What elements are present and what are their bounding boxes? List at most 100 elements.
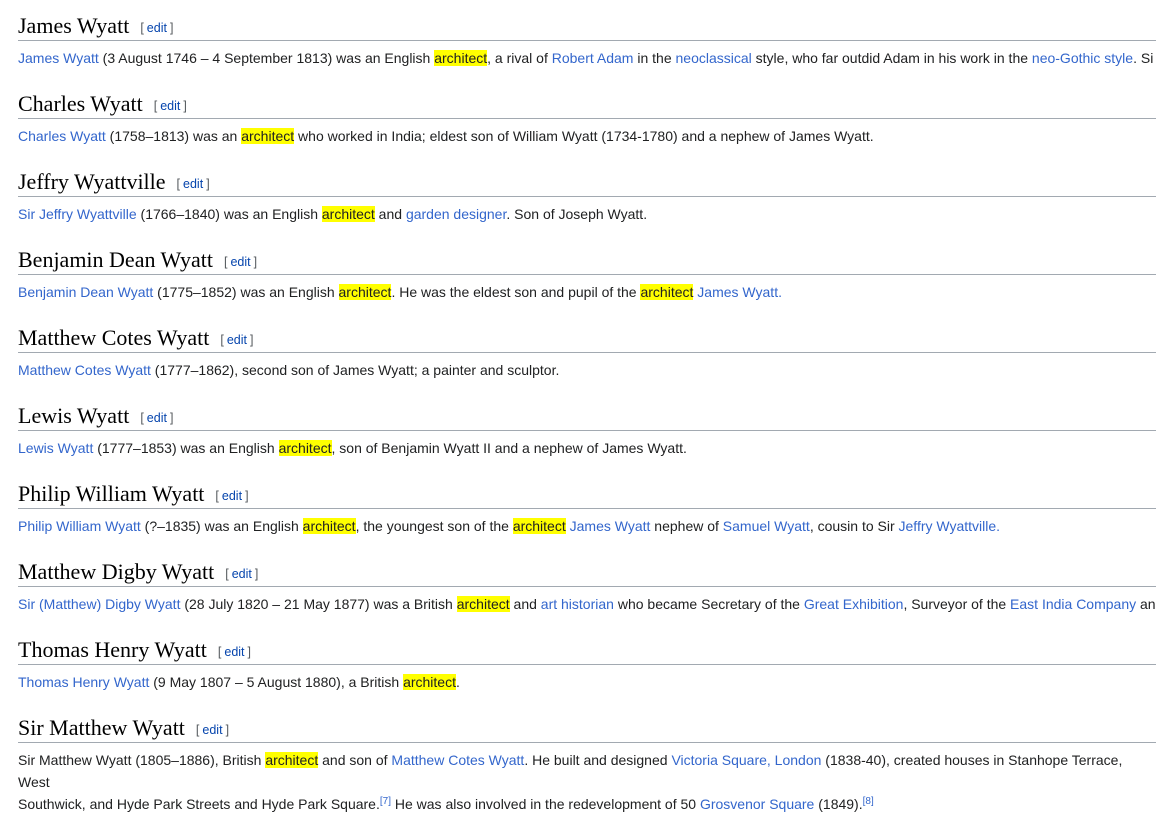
wiki-link[interactable]: Samuel Wyatt — [723, 518, 810, 534]
section-title: Lewis Wyatt — [18, 403, 130, 428]
citation-ref[interactable]: [8] — [863, 796, 874, 807]
section-paragraph: Philip William Wyatt (?–1835) was an Eng… — [18, 515, 1156, 537]
citation-ref[interactable]: [7] — [380, 796, 391, 807]
edit-bracket-close: ] — [245, 489, 249, 503]
paragraph-text: , son of Benjamin Wyatt II and a nephew … — [331, 440, 687, 456]
edit-section-link[interactable]: edit — [183, 177, 203, 191]
paragraph-text: , the youngest son of the — [355, 518, 513, 534]
wiki-link[interactable]: Thomas Henry Wyatt — [18, 674, 149, 690]
edit-section-control: [edit] — [215, 489, 248, 503]
search-highlight: architect — [241, 128, 295, 144]
wiki-link[interactable]: art historian — [541, 596, 614, 612]
search-highlight: architect — [321, 206, 375, 222]
edit-section-link[interactable]: edit — [202, 723, 222, 737]
edit-bracket-open: [ — [140, 411, 144, 425]
edit-section-link[interactable]: edit — [147, 21, 167, 35]
wiki-link[interactable]: Sir Jeffry Wyattville — [18, 206, 137, 222]
edit-section-link[interactable]: edit — [147, 411, 167, 425]
paragraph-text: , cousin to Sir — [809, 518, 899, 534]
paragraph-text: and — [374, 206, 406, 222]
wiki-link[interactable]: Sir (Matthew) Digby Wyatt — [18, 596, 180, 612]
wiki-link[interactable]: Charles Wyatt — [18, 128, 106, 144]
wiki-link[interactable]: Jeffry Wyattville. — [899, 518, 1001, 534]
edit-section-link[interactable]: edit — [227, 333, 247, 347]
edit-bracket-close: ] — [225, 723, 230, 737]
paragraph-text: (1849). — [814, 796, 863, 812]
section-title: Matthew Cotes Wyatt — [18, 325, 210, 350]
section-heading: Thomas Henry Wyatt [edit] — [18, 636, 1156, 665]
edit-section-link[interactable]: edit — [230, 255, 250, 269]
section-title: Charles Wyatt — [18, 91, 143, 116]
edit-bracket-open: [ — [153, 99, 158, 113]
paragraph-text: in the — [633, 50, 676, 66]
section-title: Sir Matthew Wyatt — [18, 715, 185, 740]
wiki-link[interactable]: Matthew Cotes Wyatt — [18, 362, 151, 378]
section-heading: Jeffry Wyattville [edit] — [18, 168, 1156, 197]
section-paragraph: Sir Matthew Wyatt (1805–1886), British a… — [18, 749, 1156, 815]
wiki-link[interactable]: Lewis Wyatt — [18, 440, 93, 456]
edit-section-control: [edit] — [177, 177, 210, 191]
edit-section-control: [edit] — [154, 99, 187, 113]
section-charles-wyatt: Charles Wyatt [edit] Charles Wyatt (1758–1… — [18, 78, 1156, 156]
section-title: Matthew Digby Wyatt — [18, 559, 215, 584]
paragraph-text: . He built and designed — [524, 752, 672, 768]
section-benjamin-dean-wyatt: Benjamin Dean Wyatt[edit] Benjamin Dean W… — [18, 234, 1156, 312]
paragraph-text: (1775–1852) was an English — [153, 284, 339, 300]
edit-section-link[interactable]: edit — [232, 567, 252, 581]
section-heading: Philip William Wyatt [edit] — [18, 480, 1156, 509]
wiki-link[interactable]: neoclassical — [676, 50, 752, 66]
section-thomas-henry-wyatt: Thomas Henry Wyatt[edit] Thomas Henry Wya… — [18, 624, 1156, 702]
edit-section-control: [edit] — [224, 255, 257, 269]
wiki-link[interactable]: James Wyatt — [570, 518, 651, 534]
search-highlight: architect — [434, 50, 488, 66]
edit-bracket-open: [ — [220, 333, 224, 347]
search-highlight: architect — [640, 284, 694, 300]
wiki-link[interactable]: garden designer — [406, 206, 506, 222]
paragraph-text: Sir Matthew Wyatt (1805–1886), British — [18, 752, 266, 768]
edit-bracket-close: ] — [254, 567, 259, 581]
wiki-link[interactable]: East India Company — [1010, 596, 1136, 612]
wiki-link[interactable]: Robert Adam — [552, 50, 634, 66]
paragraph-text: . He was the eldest son and pupil of the — [391, 284, 641, 300]
wiki-link[interactable]: Philip William Wyatt — [18, 518, 141, 534]
section-jeffry-wyattville: Jeffry Wyattville [edit] Sir Jeffry Wyattv… — [18, 156, 1156, 234]
edit-bracket-close: ] — [247, 645, 252, 659]
section-matthew-digby-wyatt: Matthew Digby Wyatt [edit] Sir (Matthew) D… — [18, 546, 1156, 624]
section-title: James Wyatt — [18, 13, 130, 38]
edit-bracket-open: [ — [224, 255, 228, 269]
wiki-link[interactable]: James Wyatt. — [697, 284, 782, 300]
edit-section-link[interactable]: edit — [222, 489, 242, 503]
paragraph-text: an — [1136, 596, 1156, 612]
search-highlight: architect — [338, 284, 392, 300]
search-highlight: architect — [512, 518, 566, 534]
edit-bracket-close: ] — [169, 411, 174, 425]
section-heading: Matthew Cotes Wyatt [edit] — [18, 324, 1156, 353]
section-paragraph: Sir (Matthew) Digby Wyatt (28 July 1820 … — [18, 593, 1156, 615]
paragraph-text: , Surveyor of the — [903, 596, 1011, 612]
wiki-link[interactable]: Matthew Cotes Wyatt — [391, 752, 524, 768]
edit-section-link[interactable]: edit — [224, 645, 244, 659]
edit-bracket-open: [ — [140, 21, 144, 35]
wiki-link[interactable]: Victoria Square, London — [671, 752, 821, 768]
paragraph-text: . Son of Joseph Wyatt. — [506, 206, 648, 222]
paragraph-text: , a rival of — [487, 50, 552, 66]
section-paragraph: Sir Jeffry Wyattville (1766–1840) was an… — [18, 203, 1156, 225]
edit-section-control: [edit] — [218, 645, 251, 659]
section-heading: Sir Matthew Wyatt [edit] — [18, 714, 1156, 743]
wiki-link[interactable]: Benjamin Dean Wyatt — [18, 284, 153, 300]
paragraph-text: (1766–1840) was an English — [136, 206, 322, 222]
paragraph-text: . — [455, 674, 460, 690]
wiki-link[interactable]: James Wyatt — [18, 50, 99, 66]
wiki-link[interactable]: Grosvenor Square — [700, 796, 814, 812]
search-highlight: architect — [278, 440, 332, 456]
section-heading: Matthew Digby Wyatt [edit] — [18, 558, 1156, 587]
edit-section-link[interactable]: edit — [160, 99, 180, 113]
edit-bracket-close: ] — [183, 99, 187, 113]
section-title: Jeffry Wyattville — [18, 169, 166, 194]
edit-bracket-open: [ — [176, 177, 181, 191]
edit-bracket-open: [ — [225, 567, 229, 581]
wiki-link[interactable]: neo-Gothic style — [1032, 50, 1133, 66]
paragraph-text: (3 August 1746 – 4 September 1813) was a… — [98, 50, 435, 66]
wiki-link[interactable]: Great Exhibition — [804, 596, 904, 612]
paragraph-text: (1777–1862), second son of James Wyatt; … — [150, 362, 560, 378]
